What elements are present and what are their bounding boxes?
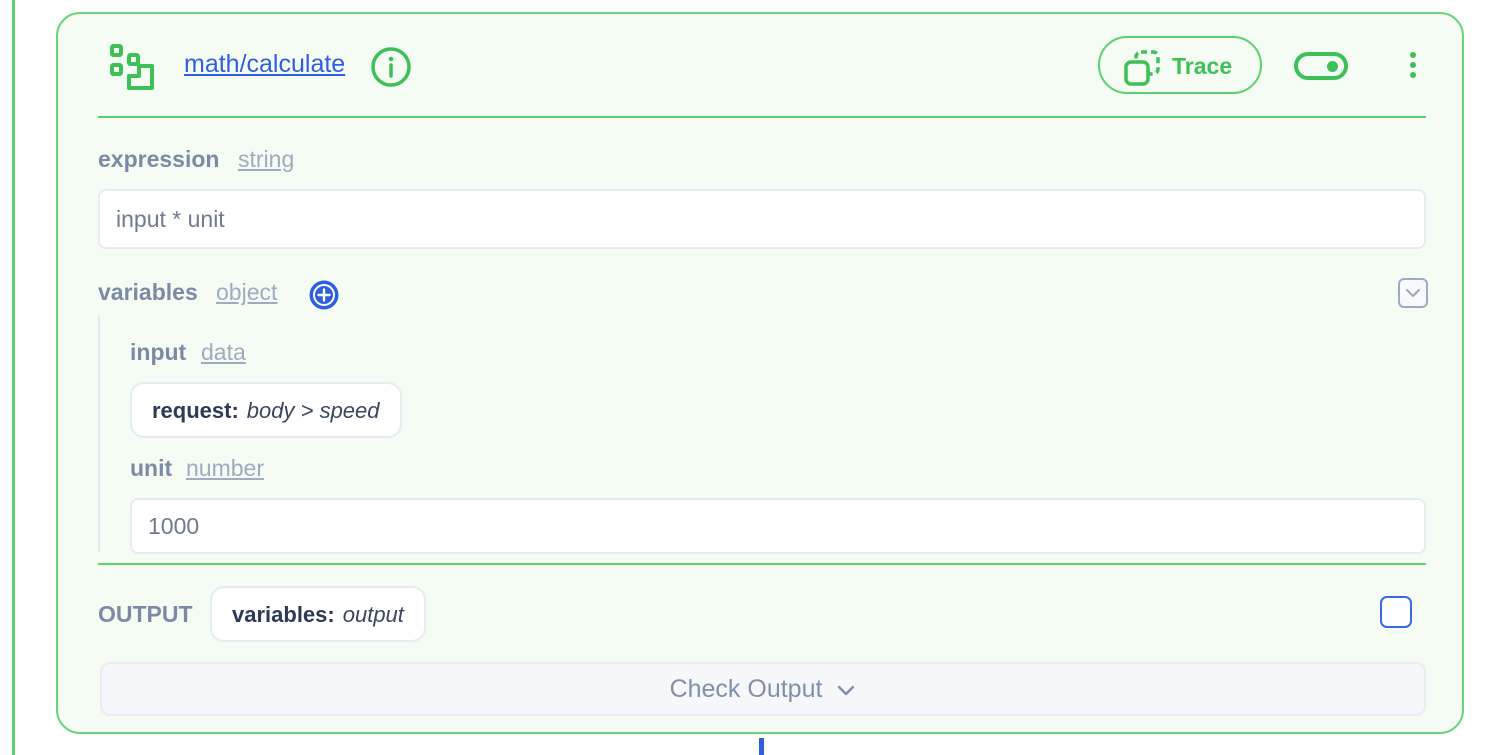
vertical-dots-icon[interactable] bbox=[1398, 52, 1428, 82]
chevron-down-icon bbox=[838, 686, 855, 696]
check-output-button[interactable]: Check Output bbox=[100, 662, 1426, 716]
variables-type-link[interactable]: object bbox=[216, 279, 277, 306]
toggle-knob bbox=[1327, 61, 1338, 72]
chip-key: request: bbox=[152, 398, 239, 423]
expression-input[interactable]: input * unit bbox=[98, 189, 1426, 249]
chevron-down-icon bbox=[1405, 288, 1421, 298]
output-checkbox[interactable] bbox=[1380, 596, 1412, 628]
output-divider bbox=[98, 563, 1426, 565]
info-circle-icon[interactable] bbox=[370, 46, 412, 88]
enable-toggle[interactable] bbox=[1294, 52, 1348, 80]
chip-value: output bbox=[342, 602, 404, 627]
output-variable-chip[interactable]: variables: output bbox=[210, 586, 426, 642]
collapse-button[interactable] bbox=[1398, 278, 1428, 308]
node-card: math/calculate Trace expression string i… bbox=[56, 12, 1464, 734]
left-rail bbox=[12, 0, 15, 755]
flow-connector bbox=[759, 738, 764, 755]
input-type-link[interactable]: data bbox=[201, 339, 246, 366]
output-label: OUTPUT bbox=[98, 601, 193, 627]
workflow-steps-icon bbox=[110, 44, 154, 90]
input-data-chip[interactable]: request: body > speed bbox=[130, 382, 402, 438]
unit-type-link[interactable]: number bbox=[186, 455, 264, 482]
expression-label: expression bbox=[98, 146, 220, 172]
input-label: input bbox=[130, 339, 187, 365]
trace-button[interactable]: Trace bbox=[1098, 36, 1262, 94]
trace-button-label: Trace bbox=[1172, 53, 1233, 79]
expression-type-link[interactable]: string bbox=[238, 146, 294, 173]
check-output-label: Check Output bbox=[669, 675, 823, 703]
unit-input[interactable]: 1000 bbox=[130, 498, 1426, 554]
nested-rail bbox=[98, 316, 100, 552]
header-divider bbox=[98, 116, 1426, 118]
chip-value: body > speed bbox=[246, 398, 380, 423]
unit-label: unit bbox=[130, 455, 173, 481]
copy-dashed-icon bbox=[1124, 50, 1160, 86]
chip-key: variables: bbox=[232, 602, 335, 627]
plus-circle-icon[interactable] bbox=[308, 279, 340, 311]
variables-label: variables bbox=[98, 279, 198, 305]
node-header: math/calculate Trace bbox=[58, 14, 1462, 118]
node-title-link[interactable]: math/calculate bbox=[184, 50, 345, 79]
